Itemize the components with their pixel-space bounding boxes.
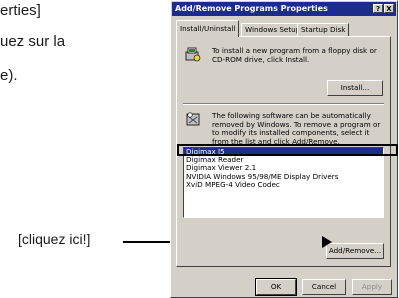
doc-text-line-1: erties] bbox=[0, 2, 41, 19]
callout-label: [cliquez ici!] bbox=[18, 231, 91, 247]
install-button[interactable]: Install... bbox=[327, 80, 383, 96]
ok-button[interactable]: OK bbox=[255, 278, 297, 296]
programs-list[interactable]: Digimax I5 Digimax Reader Digimax Viewer… bbox=[183, 147, 384, 218]
add-remove-button[interactable]: Add/Remove... bbox=[326, 243, 384, 259]
install-program-icon bbox=[185, 47, 201, 62]
close-button[interactable]: X bbox=[384, 4, 394, 13]
panel-divider bbox=[183, 103, 384, 105]
dialog-title: Add/Remove Programs Properties bbox=[175, 4, 328, 13]
install-button-label: Install... bbox=[340, 83, 370, 92]
add-remove-button-label: Add/Remove... bbox=[328, 246, 382, 255]
tab-install-uninstall[interactable]: Install/Uninstall bbox=[176, 20, 240, 37]
list-item-program[interactable]: XviD MPEG-4 Video Codec bbox=[184, 180, 383, 189]
remove-program-icon bbox=[186, 112, 200, 126]
arrow-head-icon bbox=[322, 236, 332, 248]
ok-button-label: OK bbox=[270, 282, 282, 291]
tab-windows-setup[interactable]: Windows Setup bbox=[241, 23, 305, 36]
apply-button-label: Apply bbox=[361, 282, 383, 291]
apply-button[interactable]: Apply bbox=[352, 279, 392, 295]
dialog-title-bar: Add/Remove Programs Properties ? X bbox=[172, 2, 396, 16]
remove-instructions: The following software can be automatica… bbox=[212, 111, 381, 146]
install-instructions: To install a new program from a floppy d… bbox=[212, 46, 377, 64]
cancel-button-label: Cancel bbox=[311, 282, 337, 291]
cancel-button[interactable]: Cancel bbox=[302, 279, 346, 295]
help-button[interactable]: ? bbox=[373, 4, 383, 13]
doc-text-line-3: e). bbox=[0, 67, 18, 84]
doc-text-line-2: uez sur la bbox=[0, 33, 66, 50]
selected-item-highlight bbox=[177, 144, 398, 156]
tab-startup-disk[interactable]: Startup Disk bbox=[297, 23, 350, 36]
